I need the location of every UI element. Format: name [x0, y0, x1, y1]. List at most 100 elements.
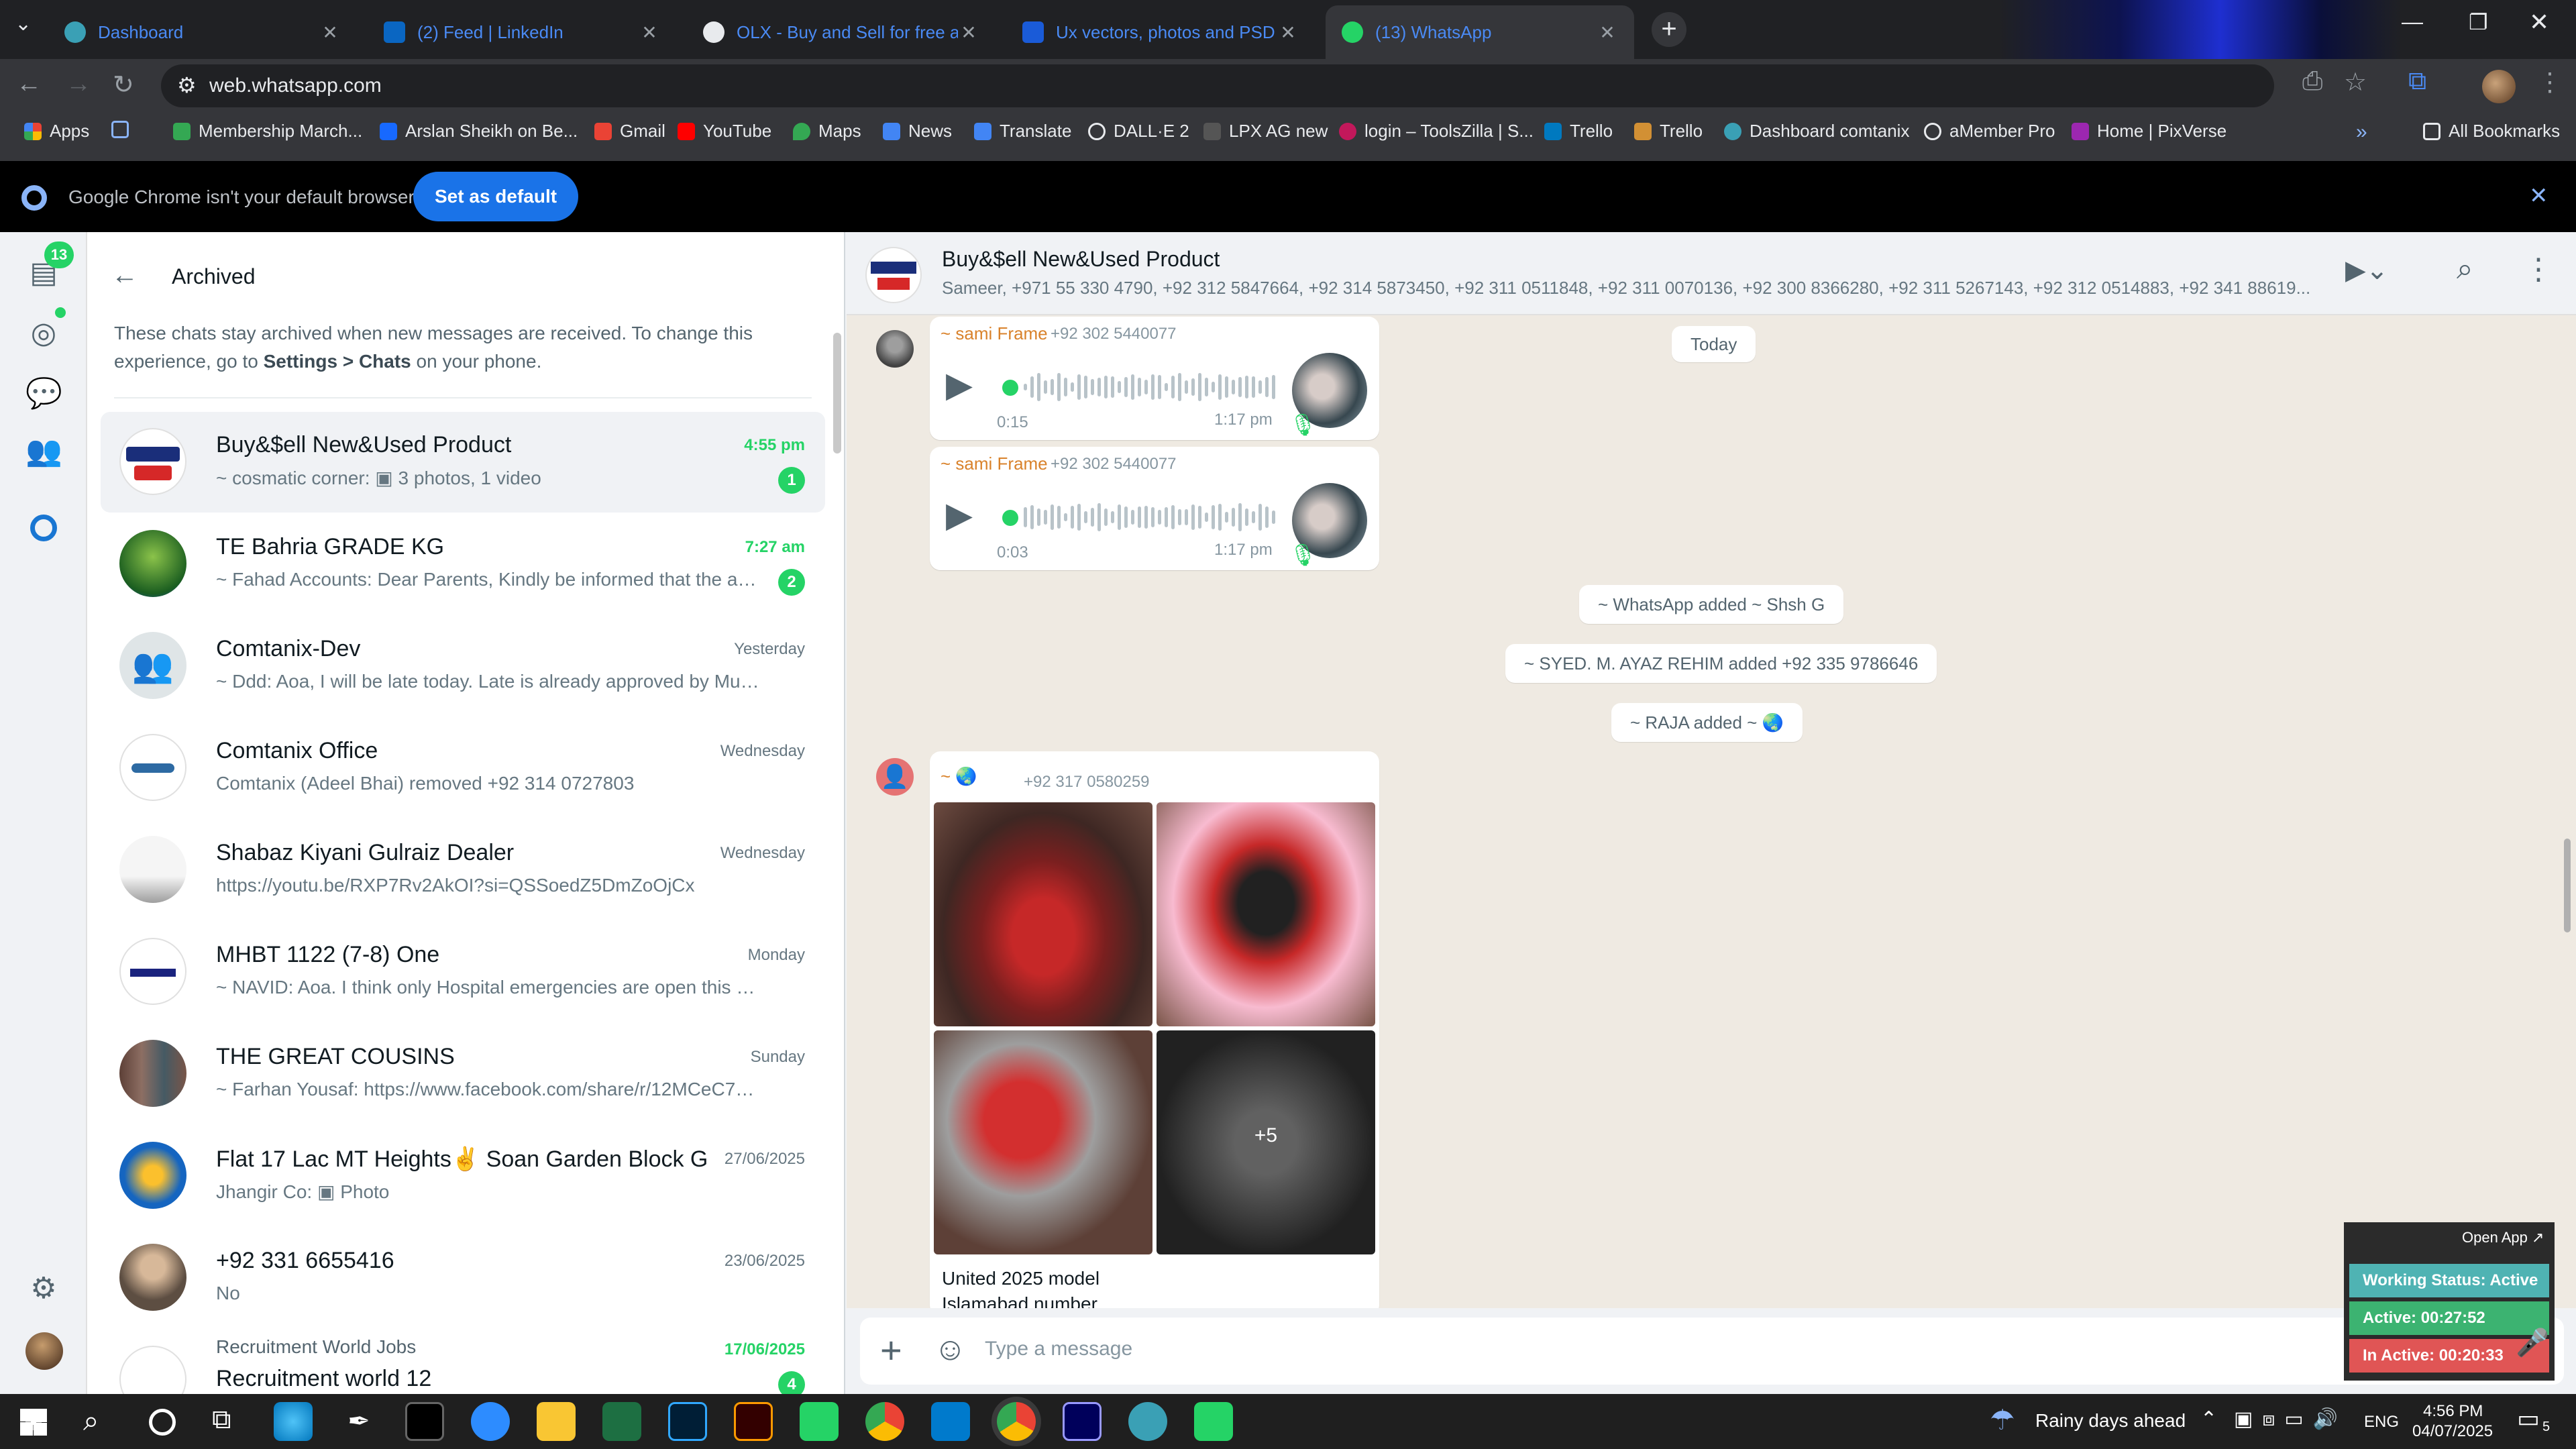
voice-record-icon[interactable]: 🎤	[2516, 1327, 2549, 1358]
bookmark-apps[interactable]: Apps	[24, 121, 89, 142]
tab-freepik[interactable]: Ux vectors, photos and PSD file ✕	[1006, 5, 1315, 59]
bookmark-youtube[interactable]: YouTube	[678, 121, 771, 142]
chat-item-buysell[interactable]: Buy&$ell New&Used Product ~ cosmatic cor…	[101, 412, 825, 513]
address-bar[interactable]: ⚙ web.whatsapp.com	[161, 64, 2274, 107]
back-arrow-icon[interactable]: ←	[111, 260, 138, 290]
bookmark-toolszilla[interactable]: login – ToolsZilla | S...	[1339, 121, 1534, 142]
windows-start-icon[interactable]	[20, 1409, 47, 1436]
extensions-icon[interactable]: ⧉	[2408, 67, 2426, 96]
play-icon[interactable]: ▶	[946, 365, 973, 405]
playhead[interactable]	[1002, 510, 1018, 526]
task-view-icon[interactable]: ⧉	[212, 1405, 231, 1435]
tab-linkedin[interactable]: (2) Feed | LinkedIn ✕	[368, 5, 676, 59]
chat-scrollbar[interactable]	[2564, 839, 2571, 932]
settings-icon[interactable]: ⚙	[25, 1271, 62, 1307]
tray-icons[interactable]: ▣⧈▭🔊	[2234, 1407, 2347, 1431]
terminal-icon[interactable]	[405, 1402, 444, 1441]
all-bookmarks[interactable]: All Bookmarks	[2423, 121, 2560, 142]
cortana-icon[interactable]	[149, 1409, 176, 1436]
chat-item-te-bahria[interactable]: TE Bahria GRADE KG ~ Fahad Accounts: Dea…	[101, 514, 825, 614]
menu-icon[interactable]: ⋮	[2524, 252, 2553, 286]
photoshop-icon[interactable]	[668, 1402, 707, 1441]
file-explorer-icon[interactable]	[537, 1402, 576, 1441]
list-scrollbar[interactable]	[833, 333, 841, 453]
bookmark-amember[interactable]: aMember Pro	[1924, 121, 2055, 142]
new-tab-icon[interactable]: +	[1652, 12, 1686, 47]
close-icon[interactable]: ✕	[639, 21, 660, 44]
settings-link[interactable]: Settings > Chats	[264, 351, 411, 372]
whatsapp-taskbar-icon[interactable]	[800, 1402, 839, 1441]
bookmark-behance[interactable]: Arslan Sheikh on Be...	[380, 121, 578, 142]
waveform[interactable]	[1024, 499, 1275, 535]
sticker-icon[interactable]: ☺	[934, 1331, 967, 1368]
premiere-icon[interactable]	[1063, 1402, 1102, 1441]
chat-item-shabaz[interactable]: Shabaz Kiyani Gulraiz Dealer https://you…	[101, 820, 825, 920]
minimize-icon[interactable]: —	[2402, 9, 2423, 34]
chat-item-recruitment[interactable]: Recruitment World Jobs Recruitment world…	[101, 1330, 825, 1394]
bookmark-news[interactable]: News	[883, 121, 952, 142]
photo-2[interactable]	[1157, 802, 1375, 1026]
playhead[interactable]	[1002, 380, 1018, 396]
channels-icon[interactable]: 💬	[25, 376, 62, 412]
tab-dashboard[interactable]: Dashboard ✕	[48, 5, 357, 59]
photo-3[interactable]	[934, 1030, 1152, 1254]
bookmark-star-icon[interactable]: ☆	[2344, 67, 2367, 97]
chat-item-flat-17[interactable]: Flat 17 Lac MT Heights✌️ Soan Garden Blo…	[101, 1126, 825, 1226]
profile-avatar[interactable]	[25, 1332, 63, 1370]
back-icon[interactable]: ←	[16, 70, 42, 99]
comtanix-app-icon[interactable]	[1128, 1402, 1167, 1441]
reload-icon[interactable]: ↻	[113, 70, 134, 100]
search-icon[interactable]: ⌕	[83, 1405, 99, 1438]
bookmark-lpx[interactable]: LPX AG new	[1203, 121, 1328, 142]
chrome-active-icon[interactable]	[997, 1402, 1036, 1441]
close-infobar-icon[interactable]: ✕	[2529, 182, 2548, 209]
profile-avatar[interactable]	[2482, 70, 2516, 103]
waveform[interactable]	[1024, 369, 1275, 405]
more-bookmarks-icon[interactable]: »	[2356, 121, 2367, 144]
bookmark-trello-1[interactable]: Trello	[1544, 121, 1613, 142]
chat-item-92-331[interactable]: +92 331 6655416 No 23/06/2025	[101, 1228, 825, 1328]
edge-icon[interactable]	[274, 1402, 313, 1441]
excel-icon[interactable]	[602, 1402, 641, 1441]
chat-item-comtanix-dev[interactable]: 👥 Comtanix-Dev ~ Ddd: Aoa, I will be lat…	[101, 616, 825, 716]
video-call-icon[interactable]: ▶︎⌄	[2345, 255, 2388, 286]
chrome-icon[interactable]	[865, 1402, 904, 1441]
illustrator-icon[interactable]	[734, 1402, 773, 1441]
clock-date[interactable]: 04/07/2025	[2412, 1422, 2493, 1441]
close-window-icon[interactable]: ✕	[2529, 8, 2549, 36]
play-icon[interactable]: ▶	[946, 495, 973, 535]
tab-olx[interactable]: OLX - Buy and Sell for free any ✕	[687, 5, 996, 59]
whatsapp-desktop-icon[interactable]	[1194, 1402, 1233, 1441]
bookmark-maps[interactable]: Maps	[793, 121, 861, 142]
tab-whatsapp[interactable]: (13) WhatsApp ✕	[1326, 5, 1634, 59]
close-icon[interactable]: ✕	[319, 21, 341, 44]
chat-item-comtanix-office[interactable]: Comtanix Office Comtanix (Adeel Bhai) re…	[101, 718, 825, 818]
site-info-icon[interactable]: ⚙	[177, 72, 197, 98]
bookmark-translate[interactable]: Translate	[974, 121, 1071, 142]
photo-more[interactable]: +5	[1157, 1030, 1375, 1254]
close-icon[interactable]: ✕	[1597, 21, 1618, 44]
photo-1[interactable]	[934, 802, 1152, 1026]
status-icon[interactable]: ◎	[25, 315, 62, 352]
bookmark-dalle[interactable]: DALL·E 2	[1088, 121, 1189, 142]
bookmark-tab-groups[interactable]	[111, 121, 137, 138]
tab-search-icon[interactable]: ⌄	[15, 12, 32, 36]
clock-time[interactable]: 4:56 PM	[2423, 1402, 2483, 1421]
bookmark-pixverse[interactable]: Home | PixVerse	[2072, 121, 2226, 142]
vscode-icon[interactable]	[931, 1402, 970, 1441]
chat-item-mhbt[interactable]: MHBT 1122 (7-8) One ~ NAVID: Aoa. I thin…	[101, 922, 825, 1022]
forward-icon[interactable]: →	[66, 70, 91, 99]
message-input[interactable]: Type a message	[985, 1338, 1132, 1360]
conversation-header[interactable]: Buy&$ell New&Used Product Sameer, +971 5…	[847, 232, 2576, 315]
bookmark-trello-2[interactable]: Trello	[1634, 121, 1703, 142]
attach-plus-icon[interactable]: +	[880, 1328, 902, 1372]
chat-item-great-cousins[interactable]: THE GREAT COUSINS ~ Farhan Yousaf: https…	[101, 1024, 825, 1124]
notification-icon[interactable]: ▭	[2517, 1405, 2540, 1433]
close-icon[interactable]: ✕	[958, 21, 979, 44]
bookmark-comtanix[interactable]: Dashboard comtanix	[1724, 121, 1909, 142]
pen-icon[interactable]: ✒	[339, 1402, 378, 1441]
restore-icon[interactable]: ❐	[2469, 9, 2488, 35]
language-indicator[interactable]: ENG	[2364, 1413, 2399, 1432]
tray-chevron-icon[interactable]: ⌃	[2200, 1407, 2217, 1431]
chrome-menu-icon[interactable]: ⋮	[2537, 67, 2563, 97]
